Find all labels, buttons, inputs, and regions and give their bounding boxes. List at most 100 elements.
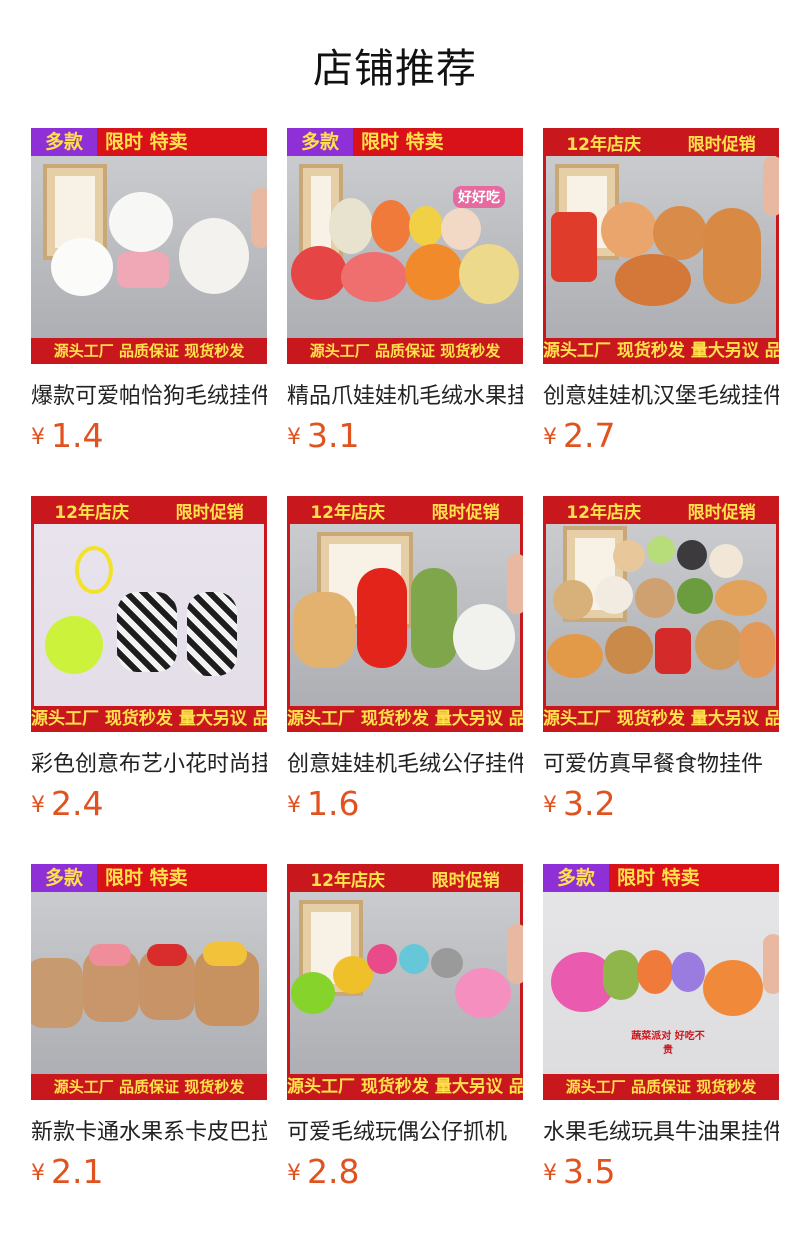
product-card[interactable]: 12年店庆 限时促销 源头工厂 现货秒发 量大另议 品质保证 创意娃娃机汉堡毛绒… bbox=[543, 128, 779, 460]
banner-left: 多款 bbox=[31, 864, 98, 892]
currency-symbol: ¥ bbox=[543, 425, 557, 450]
product-card[interactable]: 12年店庆 限时促销 源头工厂 现货秒发 量大另议 品质保证 创意娃娃机毛绒公仔… bbox=[287, 496, 523, 828]
hand bbox=[507, 554, 523, 614]
plush-toy bbox=[677, 540, 707, 570]
plush-toy bbox=[441, 208, 481, 250]
product-image[interactable]: 12年店庆 限时促销 源头工厂 现货秒发 量大另议 品质保证 bbox=[287, 864, 523, 1100]
product-name[interactable]: 爆款可爱帕恰狗毛绒挂件 bbox=[31, 378, 267, 410]
hand bbox=[763, 156, 779, 216]
banner-left: 多款 bbox=[287, 128, 354, 156]
product-image[interactable]: 12年店庆 限时促销 源头工厂 现货秒发 量大另议 品质保证 bbox=[31, 496, 267, 732]
promo-banner: 多款 限时 特卖 bbox=[31, 864, 267, 892]
promo-footer: 源头工厂 品质保证 现货秒发 bbox=[543, 1074, 779, 1100]
plush-toy bbox=[187, 592, 237, 676]
product-image[interactable]: 12年店庆 限时促销 源头工厂 现货秒发 量大另议 品质保证 bbox=[287, 496, 523, 732]
price-value: 3.5 bbox=[563, 1152, 616, 1191]
product-image[interactable]: 多款 限时 特卖 好好吃 源头工厂 品质保证 现货秒发 bbox=[287, 128, 523, 364]
product-image[interactable]: 12年店庆 限时促销 源头工厂 现货秒发 量大另议 品质保证 bbox=[543, 496, 779, 732]
product-name[interactable]: 创意娃娃机毛绒公仔挂件 bbox=[287, 746, 523, 778]
plush-toy bbox=[371, 200, 411, 252]
price-value: 2.8 bbox=[307, 1152, 360, 1191]
promo-footer: 源头工厂 品质保证 现货秒发 bbox=[31, 1074, 267, 1100]
plush-toy bbox=[615, 254, 691, 306]
product-card[interactable]: 多款 限时 特卖 蔬菜派对 好吃不贵 源头工厂 品质保证 现货秒发 水果毛绒玩具… bbox=[543, 864, 779, 1196]
banner-right: 限时促销 bbox=[431, 870, 500, 891]
banner-right: 限时促销 bbox=[687, 134, 756, 155]
promo-banner: 12年店庆 限时促销 bbox=[287, 864, 523, 892]
plush-toy bbox=[739, 622, 775, 678]
product-card[interactable]: 12年店庆 限时促销 源头工厂 现货秒发 量大另议 品质保证 可爱仿真早餐食物挂… bbox=[543, 496, 779, 828]
banner-left: 12年店庆 bbox=[54, 502, 129, 523]
product-price: ¥2.8 bbox=[287, 1152, 523, 1191]
price-value: 2.7 bbox=[563, 416, 616, 455]
plush-toy bbox=[409, 206, 443, 246]
plush-toy bbox=[405, 244, 463, 300]
hand bbox=[251, 188, 267, 248]
currency-symbol: ¥ bbox=[31, 793, 45, 818]
product-name[interactable]: 新款卡通水果系卡皮巴拉 bbox=[31, 1114, 267, 1146]
product-image[interactable]: 多款 限时 特卖 蔬菜派对 好吃不贵 源头工厂 品质保证 现货秒发 bbox=[543, 864, 779, 1100]
plush-toy bbox=[293, 592, 355, 668]
plush-toy bbox=[613, 540, 645, 572]
product-name[interactable]: 可爱仿真早餐食物挂件 bbox=[543, 746, 779, 778]
product-price: ¥1.4 bbox=[31, 416, 267, 455]
plush-toy bbox=[431, 948, 463, 978]
banner-right: 限时 特卖 bbox=[97, 128, 267, 156]
plush-toy bbox=[553, 580, 593, 620]
plush-toy bbox=[147, 944, 187, 966]
promo-banner: 12年店庆 限时促销 bbox=[543, 128, 779, 156]
product-name[interactable]: 精品爪娃娃机毛绒水果挂件 bbox=[287, 378, 523, 410]
product-price: ¥2.4 bbox=[31, 784, 267, 823]
plush-toy bbox=[677, 578, 713, 614]
promo-banner: 多款 限时 特卖 bbox=[31, 128, 267, 156]
plush-toy bbox=[715, 580, 767, 616]
product-image[interactable]: 12年店庆 限时促销 源头工厂 现货秒发 量大另议 品质保证 bbox=[543, 128, 779, 364]
hand bbox=[507, 924, 523, 984]
plush-toy bbox=[601, 202, 657, 258]
plush-toy bbox=[291, 246, 347, 300]
product-card[interactable]: 多款 限时 特卖 源头工厂 品质保证 现货秒发 新款卡通水果系卡皮巴拉 ¥2.1 bbox=[31, 864, 267, 1196]
product-name[interactable]: 彩色创意布艺小花时尚挂件 bbox=[31, 746, 267, 778]
price-value: 3.2 bbox=[563, 784, 616, 823]
plush-toy bbox=[89, 944, 131, 966]
plush-toy bbox=[45, 616, 103, 674]
product-name[interactable]: 可爱毛绒玩偶公仔抓机 bbox=[287, 1114, 523, 1146]
promo-banner: 多款 限时 特卖 bbox=[287, 128, 523, 156]
product-image[interactable]: 多款 限时 特卖 源头工厂 品质保证 现货秒发 bbox=[31, 128, 267, 364]
plush-toy bbox=[605, 626, 653, 674]
plush-toy bbox=[653, 206, 707, 260]
plush-toy bbox=[703, 208, 761, 304]
plush-toy bbox=[51, 238, 113, 296]
product-price: ¥3.2 bbox=[543, 784, 779, 823]
banner-right: 限时促销 bbox=[687, 502, 756, 523]
product-card[interactable]: 多款 限时 特卖 好好吃 源头工厂 品质保证 现货秒发 精品爪娃娃机毛绒水果挂件… bbox=[287, 128, 523, 460]
plush-toy bbox=[329, 198, 373, 254]
promo-banner: 12年店庆 限时促销 bbox=[287, 496, 523, 524]
product-card[interactable]: 12年店庆 限时促销 源头工厂 现货秒发 量大另议 品质保证 可爱毛绒玩偶公仔抓… bbox=[287, 864, 523, 1196]
product-name[interactable]: 创意娃娃机汉堡毛绒挂件 bbox=[543, 378, 779, 410]
promo-footer: 源头工厂 现货秒发 量大另议 品质保证 bbox=[543, 706, 779, 732]
product-price: ¥2.1 bbox=[31, 1152, 267, 1191]
plush-toy bbox=[647, 536, 675, 564]
plush-toy bbox=[31, 958, 83, 1028]
plush-toy bbox=[671, 952, 705, 992]
currency-symbol: ¥ bbox=[287, 425, 301, 450]
plush-toy bbox=[179, 218, 249, 294]
price-value: 3.1 bbox=[307, 416, 360, 455]
plush-toy bbox=[203, 942, 247, 966]
plush-toy bbox=[453, 604, 515, 670]
product-name[interactable]: 水果毛绒玩具牛油果挂件 bbox=[543, 1114, 779, 1146]
promo-banner: 12年店庆 限时促销 bbox=[31, 496, 267, 524]
product-card[interactable]: 多款 限时 特卖 源头工厂 品质保证 现货秒发 爆款可爱帕恰狗毛绒挂件 ¥1.4 bbox=[31, 128, 267, 460]
plush-toy bbox=[109, 192, 173, 252]
banner-left: 多款 bbox=[31, 128, 98, 156]
banner-right: 限时促销 bbox=[175, 502, 244, 523]
currency-symbol: ¥ bbox=[287, 1161, 301, 1186]
banner-right: 限时 特卖 bbox=[353, 128, 523, 156]
banner-left: 12年店庆 bbox=[310, 502, 385, 523]
product-image[interactable]: 多款 限时 特卖 源头工厂 品质保证 现货秒发 bbox=[31, 864, 267, 1100]
promo-footer: 源头工厂 现货秒发 量大另议 品质保证 bbox=[287, 1074, 523, 1100]
plush-toy bbox=[75, 546, 113, 594]
product-card[interactable]: 12年店庆 限时促销 源头工厂 现货秒发 量大另议 品质保证 彩色创意布艺小花时… bbox=[31, 496, 267, 828]
plush-toy bbox=[399, 944, 429, 974]
